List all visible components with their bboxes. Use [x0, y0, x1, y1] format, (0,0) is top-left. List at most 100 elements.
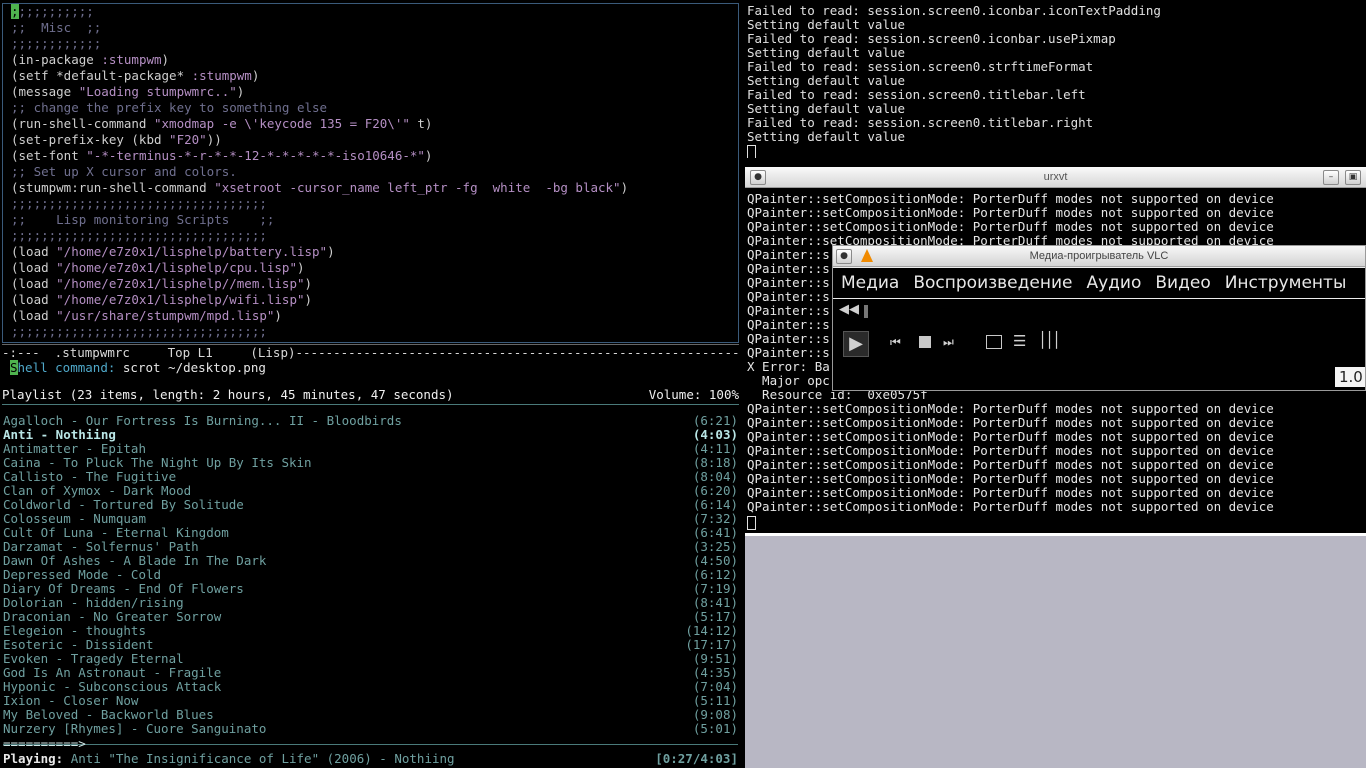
playlist-track[interactable]: Elegeion - thoughts (14:12) — [3, 624, 738, 638]
playlist-track[interactable]: Caina - To Pluck The Night Up By Its Ski… — [3, 456, 738, 470]
volume-indicator: Volume: 100% — [648, 387, 739, 402]
playlist-track[interactable]: Draconian - No Greater Sorrow (5:17) — [3, 610, 738, 624]
track-duration: (6:14) — [692, 497, 738, 512]
terminal-line: QPainter::setCompositionMode: PorterDuff… — [747, 206, 1274, 220]
equalizer-icon[interactable]: │││ — [1038, 331, 1061, 349]
menu-video[interactable]: Видео — [1147, 268, 1216, 298]
track-duration: (8:18) — [692, 455, 738, 470]
emacs-modeline: -:--- .stumpwmrc Top L1 (Lisp)----------… — [2, 344, 739, 361]
ncmpc-window[interactable]: Playlist (23 items, length: 2 hours, 45 … — [0, 385, 741, 768]
elapsed-time: [0:27/4:03] — [655, 751, 738, 766]
emacs-buffer[interactable]: ;;;;;;;;;;;;; Misc ;;;;;;;;;;;;;; (in-pac… — [2, 3, 739, 343]
terminal-line: Setting default value — [747, 18, 906, 32]
code-token-string: "xmodmap -e \'keycode 135 = F20\'" — [154, 116, 410, 131]
playlist-track[interactable]: Dolorian - hidden/rising (8:41) — [3, 596, 738, 610]
code-token-sym: (load — [11, 292, 57, 307]
play-icon[interactable]: ▶ — [843, 331, 869, 357]
emacs-minibuffer[interactable]: Shell command: scrot ~/desktop.png — [10, 360, 730, 376]
terminal-line: Setting default value — [747, 46, 906, 60]
vlc-menubar[interactable]: Медиа Воспроизведение Аудио Видео Инструмент… — [833, 268, 1365, 298]
seek-back-icon[interactable]: ◀◀ — [839, 302, 859, 317]
code-token-string: "/usr/share/stumpwm/mpd.lisp" — [56, 308, 275, 323]
track-title: Cult Of Luna - Eternal Kingdom — [3, 525, 229, 540]
vlc-zoom-level[interactable]: 1.0 — [1335, 367, 1365, 387]
menu-tools[interactable]: Инструменты — [1217, 268, 1353, 298]
progress-bar[interactable]: ==========> — [3, 737, 86, 750]
code-token-string: "/home/e7z0x1/lisphelp/cpu.lisp" — [56, 260, 297, 275]
playlist-track[interactable]: My Beloved - Backworld Blues (9:08) — [3, 708, 738, 722]
playlist-track[interactable]: Evoken - Tragedy Eternal (9:51) — [3, 652, 738, 666]
code-token-sym: (in-package — [11, 52, 102, 67]
terminal-top[interactable]: Failed to read: session.screen0.iconbar.… — [745, 0, 1366, 163]
track-duration: (6:12) — [692, 567, 738, 582]
terminal-line: QPainter::setCompositionMode: PorterDuff… — [747, 458, 1274, 472]
menu-media[interactable]: Медиа — [833, 268, 905, 298]
fullscreen-icon[interactable] — [986, 335, 1002, 349]
seek-handle[interactable] — [864, 305, 868, 318]
urxvt-titlebar[interactable]: ● urxvt – ▣ — [745, 167, 1366, 188]
track-title: Hyponic - Subconscious Attack — [3, 679, 222, 694]
playlist-icon[interactable]: ☰ — [1013, 332, 1026, 350]
menu-playback[interactable]: Воспроизведение — [905, 268, 1078, 298]
emacs-window[interactable]: ;;;;;;;;;;;;; Misc ;;;;;;;;;;;;;; (in-pac… — [0, 0, 741, 385]
playlist-track[interactable]: Diary Of Dreams - End Of Flowers (7:19) — [3, 582, 738, 596]
menu-audio[interactable]: Аудио — [1078, 268, 1147, 298]
urxvt-cursor — [747, 515, 756, 530]
desktop-edge — [745, 533, 1366, 536]
code-token-sym: ) — [424, 148, 433, 163]
vlc-window[interactable]: ● Медиа-проигрыватель VLC Медиа Воспроизв… — [832, 245, 1366, 391]
code-line: (in-package :stumpwm) — [11, 52, 738, 68]
playlist-track[interactable]: Agalloch - Our Fortress Is Burning... II… — [3, 414, 738, 428]
code-token-comment: ;; Lisp monitoring Scripts ;; — [11, 212, 275, 227]
playlist-track[interactable]: Coldworld - Tortured By Solitude (6:14) — [3, 498, 738, 512]
urxvt-prompt-line[interactable] — [747, 514, 756, 530]
track-title: Diary Of Dreams - End Of Flowers — [3, 581, 244, 596]
playlist[interactable]: Agalloch - Our Fortress Is Burning... II… — [3, 414, 738, 736]
next-icon[interactable]: ⏭ — [943, 335, 954, 350]
playlist-track[interactable]: Colosseum - Numquam (7:32) — [3, 512, 738, 526]
code-token-string: "/home/e7z0x1/lisphelp/battery.lisp" — [56, 244, 328, 259]
desktop-background[interactable] — [745, 533, 1366, 768]
playlist-track[interactable]: Nurzery [Rhymes] - Cuore Sanguinato (5:01… — [3, 722, 738, 736]
playlist-track[interactable]: Clan of Xymox - Dark Mood (6:20) — [3, 484, 738, 498]
code-token-sym: ) — [304, 292, 313, 307]
stop-icon[interactable] — [919, 336, 931, 348]
playlist-track[interactable]: Cult Of Luna - Eternal Kingdom (6:41) — [3, 526, 738, 540]
playlist-track[interactable]: Antimatter - Epitah (4:11) — [3, 442, 738, 456]
playlist-track[interactable]: Anti - Nothiing (4:03) — [3, 428, 738, 442]
code-line: ;;;;;;;;;;;;;;;;;;;;;;;;;;;;;;;;;; — [11, 196, 738, 212]
terminal-line: QPainter::setCompositionMode: PorterDuff… — [747, 444, 1274, 458]
vlc-seek-bar[interactable]: ◀◀ — [833, 299, 1365, 323]
code-token-key: :stumpwm — [101, 52, 162, 67]
status-label: Playing: — [3, 751, 64, 766]
playlist-track[interactable]: Darzamat - Solfernus' Path (3:25) — [3, 540, 738, 554]
code-token-string: "/home/e7z0x1/lisphelp//mem.lisp" — [56, 276, 305, 291]
previous-icon[interactable]: ⏮ — [890, 335, 901, 350]
code-token-comment: ;; Set up X cursor and colors. — [11, 164, 237, 179]
track-title: Depressed Mode - Cold — [3, 567, 162, 582]
code-token-string: "-*-terminus-*-r-*-*-12-*-*-*-*-*-iso106… — [86, 148, 425, 163]
maximize-icon[interactable]: ▣ — [1345, 170, 1361, 185]
track-duration: (9:51) — [692, 651, 738, 666]
track-duration: (14:12) — [685, 623, 738, 638]
track-duration: (6:21) — [692, 413, 738, 428]
progress-track — [3, 744, 738, 745]
playlist-track[interactable]: Esoteric - Dissident (17:17) — [3, 638, 738, 652]
playlist-track[interactable]: Hyponic - Subconscious Attack (7:04) — [3, 680, 738, 694]
vlc-titlebar[interactable]: ● Медиа-проигрыватель VLC — [833, 246, 1365, 267]
code-line: ;;;;;;;;;;; — [11, 4, 738, 20]
vlc-controls[interactable]: ▶ ⏮ ⏭ ☰ │││ — [833, 323, 1365, 365]
track-duration: (4:35) — [692, 665, 738, 680]
minibuffer-input[interactable]: scrot ~/desktop.png — [123, 360, 266, 375]
terminal-line: QPainter::setCompositionMode: PorterDuff… — [747, 220, 1274, 234]
code-token-sym: ) — [161, 52, 170, 67]
code-line: (set-prefix-key (kbd "F20")) — [11, 132, 738, 148]
code-token-sym: )) — [206, 132, 222, 147]
terminal-prompt-line[interactable] — [745, 144, 1366, 158]
playlist-track[interactable]: Depressed Mode - Cold (6:12) — [3, 568, 738, 582]
playlist-track[interactable]: Dawn Of Ashes - A Blade In The Dark (4:50… — [3, 554, 738, 568]
playlist-track[interactable]: Ixion - Closer Now (5:11) — [3, 694, 738, 708]
minimize-icon[interactable]: – — [1323, 170, 1339, 185]
playlist-track[interactable]: Callisto - The Fugitive (8:04) — [3, 470, 738, 484]
playlist-track[interactable]: God Is An Astronaut - Fragile (4:35) — [3, 666, 738, 680]
